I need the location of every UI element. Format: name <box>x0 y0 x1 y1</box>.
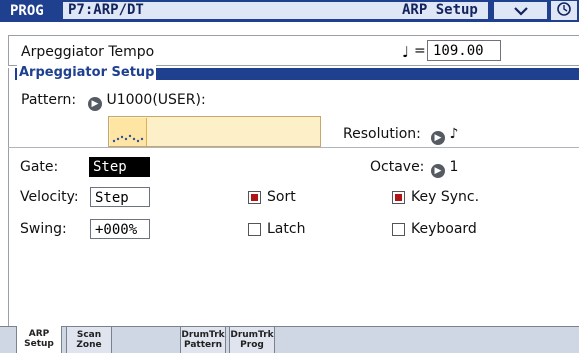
tab-drumtrk-pattern[interactable]: DrumTrk Pattern <box>180 327 226 353</box>
arrow-right-icon: ▶ <box>88 97 102 111</box>
arrow-right-icon: ▶ <box>431 131 445 145</box>
latch-checkbox[interactable] <box>248 223 261 236</box>
swing-label: Swing: <box>20 221 67 237</box>
gate-label: Gate: <box>20 159 59 175</box>
tempo-equals: = <box>414 43 426 59</box>
tab-arp-setup[interactable]: ARP Setup <box>16 326 62 353</box>
key-sync-label: Key Sync. <box>411 189 480 205</box>
tab-line1: ARP <box>28 329 50 339</box>
section-title: Arpeggiator Setup <box>17 64 157 82</box>
mode-label: PROG <box>10 3 44 19</box>
tempo-field[interactable]: 109.00 <box>427 40 501 61</box>
tab-line1: Scan <box>76 330 102 340</box>
pattern-label: Pattern: <box>21 92 77 108</box>
pattern-step-display <box>110 118 147 146</box>
page-title: ARP Setup <box>402 2 478 18</box>
quarter-note-icon: ♩ <box>402 43 410 61</box>
gate-field[interactable]: Step <box>89 157 150 177</box>
clock-icon <box>557 2 571 16</box>
page-menu-button[interactable] <box>494 2 547 19</box>
clock-button[interactable] <box>551 1 577 20</box>
pattern-value: U1000(USER): <box>106 92 206 108</box>
resolution-label: Resolution: <box>343 126 421 142</box>
resolution-select[interactable]: ▶ ♪ <box>431 126 458 145</box>
tab-drumtrk-prog[interactable]: DrumTrk Prog <box>229 327 275 353</box>
pattern-preview[interactable] <box>108 116 321 147</box>
tempo-row: Arpeggiator Tempo ♩ = 109.00 <box>8 35 579 66</box>
key-sync-checkbox[interactable] <box>392 191 405 204</box>
page-tab-bar: ARP Setup Scan Zone DrumTrk Pattern Drum… <box>0 326 579 353</box>
velocity-label: Velocity: <box>20 189 79 205</box>
pattern-select[interactable]: ▶ U1000(USER): <box>88 92 206 111</box>
tab-line2: Zone <box>76 340 102 350</box>
octave-select[interactable]: ▶ 1 <box>431 159 458 178</box>
velocity-field[interactable]: Step <box>90 187 150 207</box>
tab-line1: DrumTrk <box>230 330 274 340</box>
empty-panel-area <box>8 258 579 326</box>
arrow-right-icon: ▶ <box>431 164 445 178</box>
octave-value: 1 <box>449 159 459 175</box>
tab-scan-zone[interactable]: Scan Zone <box>66 327 112 353</box>
swing-field[interactable]: +000% <box>90 219 150 239</box>
section-divider <box>8 147 579 148</box>
tab-line1: DrumTrk <box>181 330 225 340</box>
tempo-label: Arpeggiator Tempo <box>21 44 155 60</box>
keyboard-checkbox[interactable] <box>392 223 405 236</box>
resolution-value: ♪ <box>449 126 459 142</box>
octave-label: Octave: <box>370 159 425 175</box>
tab-line2: Setup <box>24 339 54 349</box>
tab-line2: Pattern <box>184 340 222 350</box>
chevron-down-icon <box>513 7 528 16</box>
sort-label: Sort <box>267 189 296 205</box>
tab-line2: Prog <box>240 340 264 350</box>
pattern-dots-icon <box>112 134 144 143</box>
sort-checkbox[interactable] <box>248 191 261 204</box>
keyboard-label: Keyboard <box>411 221 477 237</box>
latch-label: Latch <box>267 221 306 237</box>
title-bar: PROG P7:ARP/DT ARP Setup <box>0 0 579 22</box>
